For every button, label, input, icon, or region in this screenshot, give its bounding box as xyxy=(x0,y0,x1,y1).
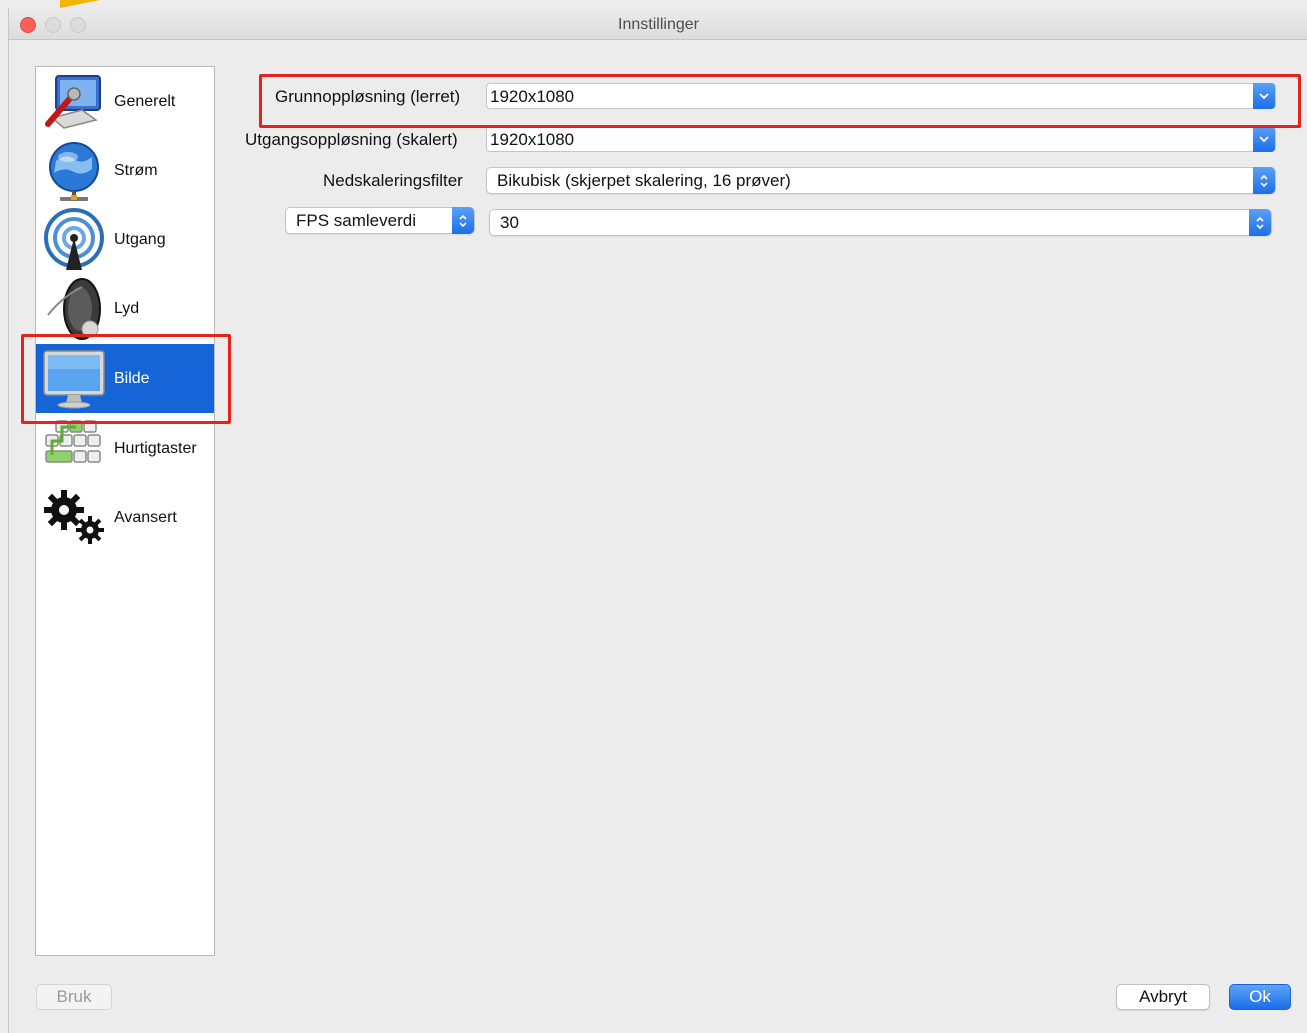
up-down-arrows-icon[interactable] xyxy=(1253,167,1275,194)
sidebar-item-label: Utgang xyxy=(114,230,166,248)
cancel-button[interactable]: Avbryt xyxy=(1116,984,1210,1010)
base-resolution-value: 1920x1080 xyxy=(490,87,575,106)
sidebar-item-bilde[interactable]: Bilde xyxy=(36,344,214,413)
gears-icon xyxy=(42,486,106,550)
broadcast-antenna-icon xyxy=(42,207,106,272)
wrench-computer-icon xyxy=(42,70,106,134)
output-resolution-label: Utgangsoppløsning (skalert) xyxy=(245,130,458,149)
downscale-filter-value: Bikubisk (skjerpet skalering, 16 prøver) xyxy=(497,171,791,190)
up-down-arrows-icon[interactable] xyxy=(452,207,474,234)
sidebar-item-strom[interactable]: Strøm xyxy=(36,136,214,205)
chevron-down-icon[interactable] xyxy=(1253,83,1275,109)
output-resolution-value: 1920x1080 xyxy=(490,130,575,149)
chevron-down-icon[interactable] xyxy=(1253,126,1275,152)
fps-type-value: FPS samleverdi xyxy=(296,211,416,230)
downscale-filter-select[interactable]: Bikubisk (skjerpet skalering, 16 prøver) xyxy=(486,167,1276,194)
settings-sidebar: Generelt Strøm Utgang Lyd Bilde Hurtigta… xyxy=(35,66,215,956)
downscale-filter-label: Nedskaleringsfilter xyxy=(323,171,463,190)
base-resolution-label: Grunnoppløsning (lerret) xyxy=(275,87,461,106)
keyboard-keys-icon xyxy=(42,417,106,481)
sidebar-item-label: Bilde xyxy=(114,369,150,387)
sidebar-item-label: Lyd xyxy=(114,299,140,317)
sidebar-item-generelt[interactable]: Generelt xyxy=(36,67,214,136)
fps-value: 30 xyxy=(500,213,519,232)
sidebar-item-label: Generelt xyxy=(114,92,176,110)
output-resolution-combo[interactable]: 1920x1080 xyxy=(486,126,1276,152)
globe-network-icon xyxy=(42,139,106,203)
fps-type-select[interactable]: FPS samleverdi xyxy=(285,207,475,234)
settings-window: Innstillinger Generelt Strøm Utgang Lyd … xyxy=(8,8,1307,1033)
base-resolution-combo[interactable]: 1920x1080 xyxy=(486,83,1276,109)
up-down-arrows-icon[interactable] xyxy=(1249,209,1271,236)
corner-accent xyxy=(60,0,100,8)
sidebar-item-avansert[interactable]: Avansert xyxy=(36,483,214,552)
speaker-icon xyxy=(42,277,106,341)
apply-button[interactable]: Bruk xyxy=(36,984,112,1010)
fps-value-select[interactable]: 30 xyxy=(489,209,1272,236)
sidebar-item-label: Strøm xyxy=(114,161,158,179)
sidebar-item-lyd[interactable]: Lyd xyxy=(36,274,214,343)
sidebar-item-hurtigtaster[interactable]: Hurtigtaster xyxy=(36,414,214,483)
sidebar-item-utgang[interactable]: Utgang xyxy=(36,205,214,274)
sidebar-item-label: Hurtigtaster xyxy=(114,439,197,457)
window-title: Innstillinger xyxy=(618,16,699,33)
sidebar-item-label: Avansert xyxy=(114,508,177,526)
monitor-icon xyxy=(42,347,106,411)
title-bar: Innstillinger xyxy=(9,8,1307,40)
ok-button[interactable]: Ok xyxy=(1229,984,1291,1010)
